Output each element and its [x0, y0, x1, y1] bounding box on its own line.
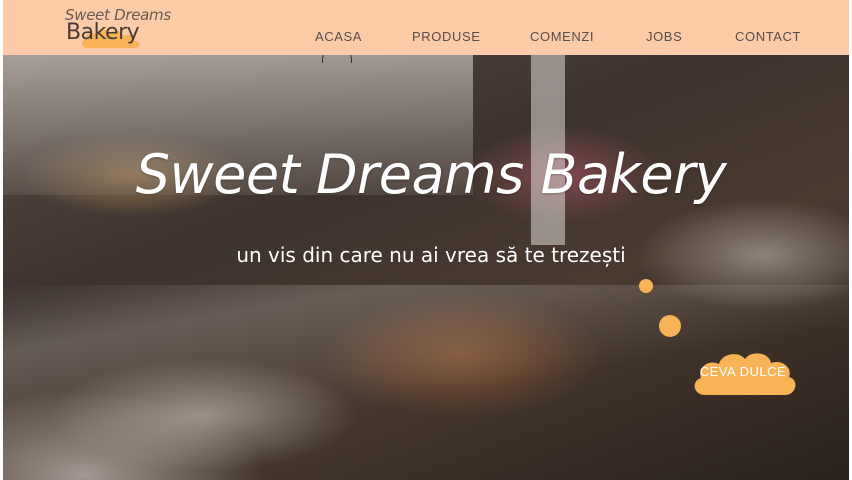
hero-title: Sweet Dreams Bakery: [135, 143, 727, 206]
page: Sweet Dreams Bakery ACASA PRODUSE COMENZ…: [3, 0, 849, 480]
hero-subtitle: un vis din care nu ai vrea să te trezeșt…: [236, 243, 626, 267]
nav-item-comenzi[interactable]: COMENZI: [530, 29, 594, 44]
main-nav: ACASA PRODUSE COMENZI JOBS CONTACT: [3, 29, 849, 49]
nav-item-contact[interactable]: CONTACT: [735, 29, 801, 44]
site-header: Sweet Dreams Bakery ACASA PRODUSE COMENZ…: [3, 0, 849, 55]
decor-dot-large: [659, 315, 681, 337]
nav-item-produse[interactable]: PRODUSE: [412, 29, 481, 44]
ceva-dulce-button[interactable]: CEVA DULCE: [687, 345, 799, 401]
hero-section: Sweet Dreams Bakery un vis din care nu a…: [3, 55, 849, 480]
nav-item-acasa[interactable]: ACASA: [315, 29, 362, 44]
cta-label: CEVA DULCE: [699, 364, 787, 379]
nav-item-jobs[interactable]: JOBS: [646, 29, 682, 44]
decor-dot-small: [639, 279, 653, 293]
